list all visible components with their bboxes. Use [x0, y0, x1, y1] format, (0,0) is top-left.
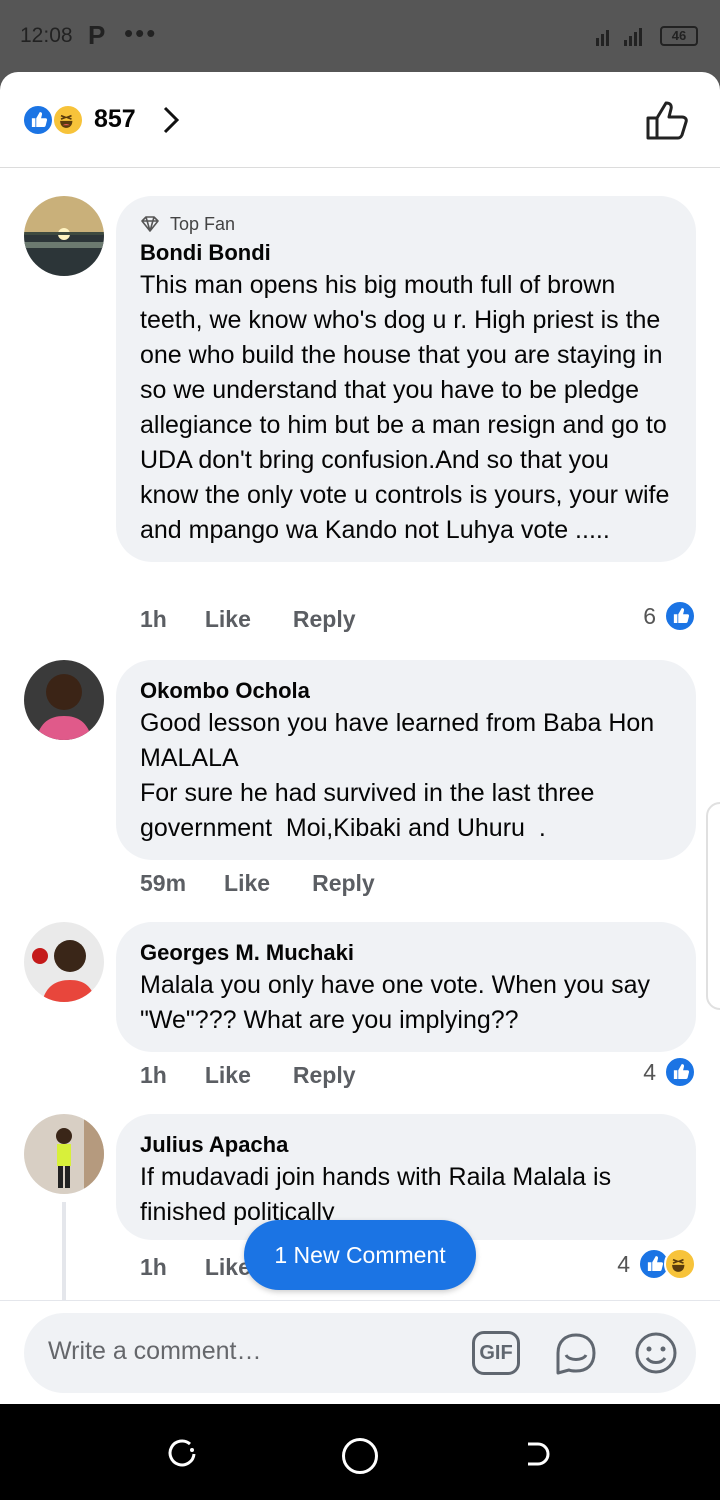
comment-reactions[interactable]: 4	[617, 1248, 696, 1280]
back-icon[interactable]	[168, 1438, 200, 1470]
reactions-header[interactable]: 857	[0, 72, 720, 168]
comment-text: This man opens his big mouth full of bro…	[140, 271, 677, 544]
comment-reactions[interactable]: 6	[643, 600, 696, 632]
comments-sheet: 857 Top Fan Bondi Bondi This man opens h…	[0, 72, 720, 1404]
diamond-icon	[141, 216, 159, 232]
comment-time[interactable]: 1h	[140, 1254, 167, 1281]
avatar[interactable]	[24, 660, 104, 740]
comment-composer: Write a comment… GIF	[0, 1300, 720, 1404]
like-reaction-icon	[22, 104, 54, 136]
app-notification-icon: P	[88, 20, 106, 50]
battery-icon: 46	[660, 26, 698, 46]
new-comment-button[interactable]: 1 New Comment	[244, 1220, 476, 1290]
sticker-icon[interactable]	[552, 1329, 600, 1377]
emoji-icon[interactable]	[632, 1329, 680, 1377]
reply-button[interactable]: Reply	[293, 606, 356, 633]
comment-input[interactable]: Write a comment… GIF	[24, 1313, 696, 1393]
haha-reaction-icon	[52, 104, 84, 136]
commenter-name[interactable]: Julius Apacha	[140, 1130, 672, 1160]
haha-reaction-icon	[664, 1248, 696, 1280]
thread-line	[62, 1202, 66, 1300]
like-reaction-icon	[664, 600, 696, 632]
comment-reaction-count: 4	[643, 1058, 656, 1085]
comment-input-placeholder: Write a comment…	[48, 1337, 262, 1365]
status-time: 12:08	[20, 24, 73, 47]
avatar[interactable]	[24, 1114, 104, 1194]
comment-bubble[interactable]: Georges M. Muchaki Malala you only have …	[116, 922, 696, 1052]
avatar[interactable]	[24, 196, 104, 276]
comment-bubble[interactable]: Okombo Ochola Good lesson you have learn…	[116, 660, 696, 860]
reply-button[interactable]: Reply	[312, 870, 375, 897]
comment-actions: 1h Like Reply	[140, 606, 398, 633]
chevron-right-icon[interactable]	[160, 104, 184, 136]
side-edge-handle[interactable]	[706, 802, 720, 1010]
navigation-bar	[0, 1404, 720, 1500]
top-fan-badge: Top Fan	[140, 212, 672, 236]
comment-time[interactable]: 1h	[140, 606, 167, 633]
comment-time[interactable]: 1h	[140, 1062, 167, 1089]
comment-text: Good lesson you have learned from Baba H…	[140, 709, 655, 842]
like-outline-icon[interactable]	[644, 98, 692, 142]
comment-bubble[interactable]: Top Fan Bondi Bondi This man opens his b…	[116, 196, 696, 562]
home-icon[interactable]	[342, 1438, 378, 1474]
commenter-name[interactable]: Okombo Ochola	[140, 676, 672, 706]
top-fan-label: Top Fan	[170, 213, 236, 234]
comment-text: Malala you only have one vote. When you …	[140, 971, 657, 1034]
comment-reactions[interactable]: 4	[643, 1056, 696, 1088]
signal-icon	[596, 28, 642, 46]
status-bar: 12:08 P ••• 46	[0, 0, 720, 72]
reaction-count: 857	[94, 105, 136, 133]
like-button[interactable]: Like	[205, 1062, 251, 1089]
comment-actions: 1h Like Reply	[140, 1062, 398, 1089]
reply-button[interactable]: Reply	[293, 1062, 356, 1089]
commenter-name[interactable]: Georges M. Muchaki	[140, 938, 672, 968]
more-notifications-icon: •••	[124, 18, 158, 48]
like-reaction-icon	[664, 1056, 696, 1088]
like-button[interactable]: Like	[224, 870, 270, 897]
avatar[interactable]	[24, 922, 104, 1002]
comment-time[interactable]: 59m	[140, 870, 186, 897]
comment-actions: 59m Like Reply	[140, 870, 417, 897]
comment-reaction-count: 4	[617, 1250, 630, 1277]
comment-reaction-count: 6	[643, 602, 656, 629]
gif-button[interactable]: GIF	[472, 1331, 520, 1375]
like-button[interactable]: Like	[205, 606, 251, 633]
commenter-name[interactable]: Bondi Bondi	[140, 238, 672, 268]
recent-apps-icon[interactable]	[520, 1438, 552, 1470]
